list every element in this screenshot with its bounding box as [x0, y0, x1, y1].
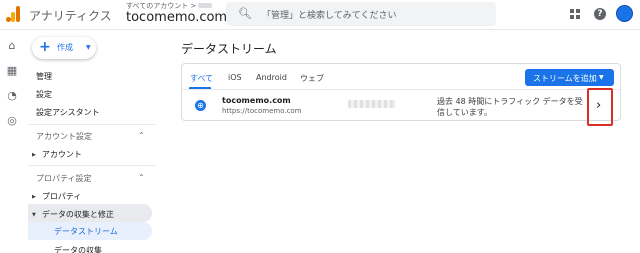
account-breadcrumb-label: すべてのアカウント > [126, 2, 197, 10]
sidebar-item-account[interactable]: ▶ アカウント [32, 149, 82, 160]
stream-details-button[interactable]: › [587, 88, 613, 126]
tab-ios[interactable]: iOS [228, 73, 242, 82]
page-title: データストリーム [181, 42, 277, 56]
sidebar-item-data-streams[interactable]: データストリーム [28, 222, 152, 240]
sidebar-item-settings[interactable]: 設定 [36, 89, 52, 100]
search-input[interactable]: 🔍︎ 「管理」と検索してみてください [226, 2, 496, 26]
caret-down-icon: ▼ [86, 44, 91, 51]
add-stream-button[interactable]: ストリームを追加 ▼ [525, 69, 614, 86]
collapse-triangle-icon: ▼ [32, 211, 36, 218]
section-property-settings[interactable]: プロパティ設定 ⌃ [36, 173, 145, 184]
help-icon[interactable]: ? [594, 8, 606, 20]
chevron-up-icon: ⌃ [138, 173, 145, 182]
sidebar-item-property-label: プロパティ [41, 192, 82, 201]
create-button-label: 作成 [57, 43, 73, 52]
search-placeholder: 「管理」と検索してみてください [262, 11, 397, 21]
explore-icon[interactable]: ◔ [6, 90, 18, 102]
globe-icon: ⊕ [195, 100, 206, 111]
sidebar-item-data-collection-label: データの収集と修正 [41, 210, 114, 219]
streams-card: すべて iOS Android ウェブ ストリームを追加 ▼ ⊕ tocomem… [181, 63, 622, 121]
plus-icon: + [39, 39, 51, 55]
avatar[interactable] [616, 5, 633, 22]
active-tab-indicator [189, 87, 211, 89]
top-bar: アナリティクス すべてのアカウント > tocomemo.com▼ 🔍︎ 「管理… [0, 0, 640, 30]
analytics-logo-icon[interactable] [6, 6, 22, 22]
sidebar-item-setup-assistant[interactable]: 設定アシスタント [36, 107, 100, 118]
redacted-account-name [198, 3, 213, 8]
redacted-stream-id [348, 100, 396, 108]
property-name: tocomemo.com [126, 10, 228, 25]
advertising-icon[interactable]: ◎ [6, 115, 18, 127]
tab-android[interactable]: Android [256, 73, 287, 82]
tab-web[interactable]: ウェブ [300, 73, 324, 84]
add-stream-label: ストリームを追加 [533, 74, 597, 83]
sidebar-item-data-collection[interactable]: ▼ データの収集と修正 [32, 209, 114, 220]
left-rail: ⌂ ▦ ◔ ◎ [0, 30, 24, 253]
section-account-settings[interactable]: アカウント設定 ⌃ [36, 131, 145, 142]
chevron-right-icon: › [596, 98, 602, 113]
sidebar-item-account-label: アカウント [41, 150, 82, 159]
expand-triangle-icon: ▶ [32, 193, 36, 200]
expand-triangle-icon: ▶ [32, 151, 36, 158]
apps-grid-icon[interactable] [570, 9, 580, 19]
search-icon: 🔍︎ [238, 7, 252, 20]
sidebar-item-data-streams-label: データストリーム [54, 227, 118, 236]
chevron-up-icon: ⌃ [138, 131, 145, 140]
sidebar-item-data-collection-sub[interactable]: データの収集 [54, 245, 102, 253]
stream-status: 過去 48 時間にトラフィック データを受信しています。 [437, 97, 583, 117]
tab-all[interactable]: すべて [190, 73, 213, 84]
stream-name[interactable]: tocomemo.com [222, 96, 291, 105]
app-name: アナリティクス [29, 9, 112, 23]
divider [28, 165, 156, 166]
sidebar-item-property[interactable]: ▶ プロパティ [32, 191, 81, 202]
reports-icon[interactable]: ▦ [6, 65, 18, 77]
create-button[interactable]: + 作成 ▼ [32, 37, 96, 59]
admin-sidebar: + 作成 ▼ 管理 設定 設定アシスタント アカウント設定 ⌃ ▶ アカウント プロ… [24, 30, 160, 253]
section-account-settings-label: アカウント設定 [36, 132, 92, 141]
home-icon[interactable]: ⌂ [6, 40, 18, 52]
stream-tabs: すべて iOS Android ウェブ ストリームを追加 ▼ [182, 64, 622, 90]
section-property-settings-label: プロパティ設定 [36, 174, 92, 183]
caret-down-icon: ▼ [599, 74, 604, 81]
sidebar-item-admin[interactable]: 管理 [36, 71, 52, 82]
stream-url: https://tocomemo.com [222, 107, 302, 115]
property-selector[interactable]: tocomemo.com▼ [126, 10, 235, 25]
divider [28, 124, 156, 125]
